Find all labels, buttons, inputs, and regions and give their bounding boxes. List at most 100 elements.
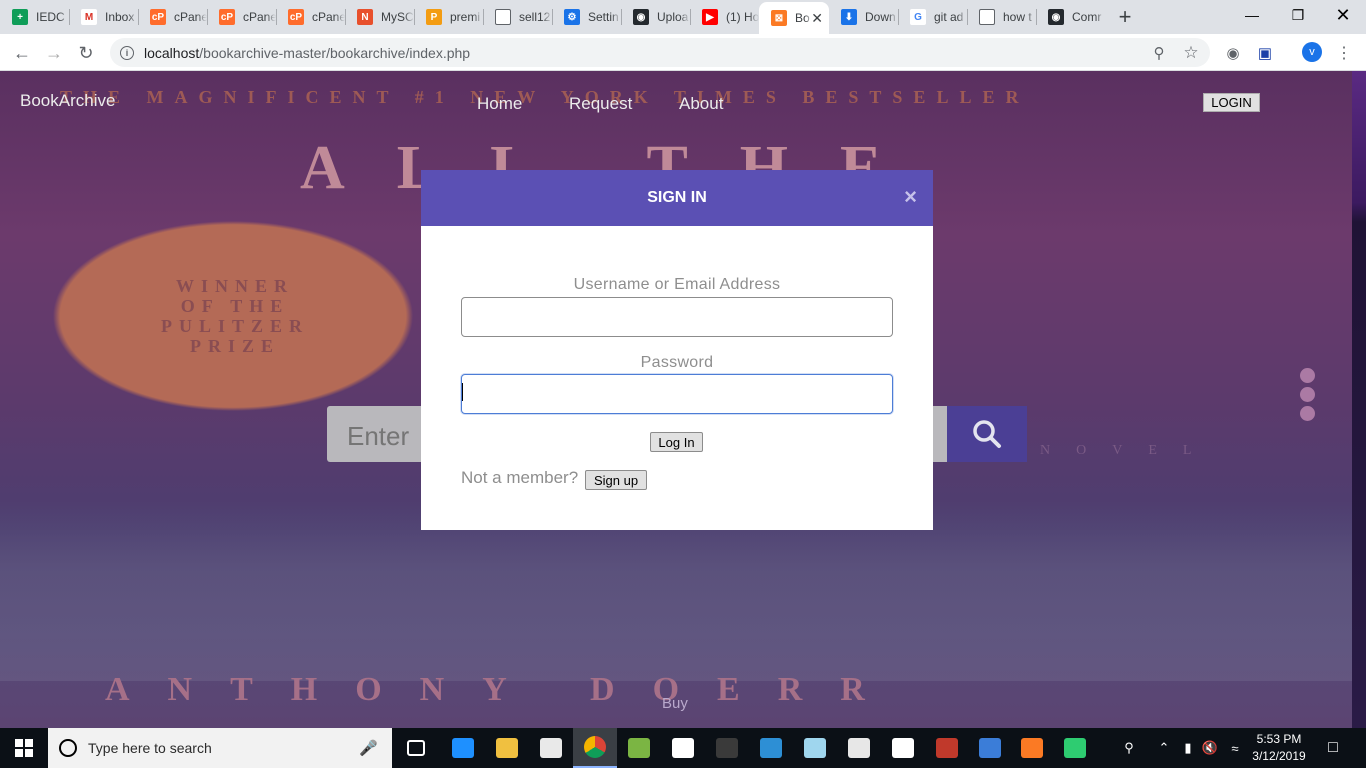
edge-icon-glyph	[452, 738, 474, 758]
buy-link[interactable]: Buy	[662, 695, 688, 712]
calculator-icon[interactable]	[837, 728, 881, 768]
tray-chevron-icon[interactable]: ⌃	[1154, 728, 1174, 768]
cover-badge: WINNER OF THE PULITZER PRIZE	[80, 276, 390, 356]
browser-tab[interactable]: + IEDC	[0, 0, 69, 34]
not-member-text: Not a member?	[461, 468, 579, 487]
browser-tab[interactable]: sell12	[483, 0, 552, 34]
username-field[interactable]	[461, 297, 893, 337]
chrome-icon-glyph	[584, 736, 606, 758]
site-brand[interactable]: BookArchive	[20, 91, 115, 111]
carousel-dot[interactable]	[1300, 368, 1315, 383]
reload-icon[interactable]: ↻	[72, 39, 100, 67]
tab-title: Inbox	[105, 10, 135, 24]
browser-tab[interactable]: Ppremi	[414, 0, 483, 34]
xampp-icon[interactable]	[1010, 728, 1054, 768]
windows-taskbar: Type here to search 🎤 ⚲ ⌃ ▮ 🔇 ≈ 5:53 PM …	[0, 728, 1366, 768]
task-view-icon-glyph	[407, 740, 425, 756]
notepad-icon[interactable]	[793, 728, 837, 768]
nav-home[interactable]: Home	[477, 94, 522, 114]
terminal-icon-glyph	[716, 738, 738, 758]
task-view-icon[interactable]	[394, 728, 438, 768]
mail-icon[interactable]	[661, 728, 705, 768]
volume-muted-icon[interactable]: 🔇	[1200, 728, 1220, 768]
terminal-icon[interactable]	[705, 728, 749, 768]
cpanel-icon: cP	[219, 9, 235, 25]
forward-icon[interactable]: →	[40, 39, 68, 67]
close-icon[interactable]: ×	[904, 186, 917, 208]
key-icon[interactable]: ⚲	[1149, 43, 1169, 63]
tab-title: (1) Ho	[726, 10, 759, 24]
nav-request[interactable]: Request	[569, 94, 632, 114]
search-button[interactable]	[947, 406, 1027, 462]
browser-tab[interactable]: ▶ (1) Ho	[690, 0, 759, 34]
edge-icon[interactable]	[441, 728, 485, 768]
browser-tab[interactable]: cP cPane	[207, 0, 276, 34]
address-bar[interactable]: i localhost/bookarchive-master/bookarchi…	[110, 38, 1210, 67]
browser-tab[interactable]: N MySC	[345, 0, 414, 34]
tab-title: cPane	[243, 10, 276, 24]
carousel-dot[interactable]	[1300, 387, 1315, 402]
tab-title: cPane	[174, 10, 207, 24]
notifications-icon[interactable]: □	[1320, 728, 1346, 768]
browser-tab[interactable]: ◉ Uploa	[621, 0, 690, 34]
site-navbar: BookArchive Home Request About LOGIN	[0, 71, 1352, 131]
login-button[interactable]: LOGIN	[1203, 93, 1260, 112]
taskbar-clock[interactable]: 5:53 PM 3/12/2019	[1244, 731, 1314, 765]
modal-title: SIGN IN	[647, 189, 707, 206]
wifi-icon[interactable]: ≈	[1224, 728, 1246, 768]
browser-tab[interactable]: ◉ Comr	[1036, 0, 1105, 34]
store-icon[interactable]	[529, 728, 573, 768]
close-window-icon[interactable]: ✕	[1320, 0, 1366, 30]
tab-title: Settin	[588, 10, 619, 24]
page-scrollbar[interactable]	[1352, 71, 1366, 728]
github-icon: ◉	[1048, 9, 1064, 25]
file-explorer-icon[interactable]	[485, 728, 529, 768]
start-button[interactable]	[0, 728, 48, 768]
taskbar-search[interactable]: Type here to search 🎤	[48, 728, 392, 768]
gmail-icon: M	[81, 9, 97, 25]
chrome-icon[interactable]	[573, 728, 617, 768]
minimize-icon[interactable]: —	[1229, 0, 1275, 30]
extension-icon[interactable]: ▣	[1255, 43, 1275, 63]
sign-up-button[interactable]: Sign up	[585, 470, 647, 490]
browser-tab[interactable]: cP cPane	[276, 0, 345, 34]
new-tab-icon[interactable]: +	[1105, 0, 1145, 34]
document-icon[interactable]	[881, 728, 925, 768]
app-red-icon[interactable]	[925, 728, 969, 768]
menu-icon[interactable]: ⋮	[1334, 43, 1354, 63]
android-studio-icon[interactable]	[617, 728, 661, 768]
carousel-dot[interactable]	[1300, 406, 1315, 421]
browser-tab[interactable]: ⬇ Down	[829, 0, 898, 34]
gitkraken-icon[interactable]	[1053, 728, 1097, 768]
browser-tab[interactable]: how t	[967, 0, 1036, 34]
log-in-button[interactable]: Log In	[650, 432, 703, 452]
maximize-icon[interactable]: ❐	[1275, 0, 1321, 30]
password-field[interactable]	[461, 374, 893, 414]
network-icon[interactable]	[968, 728, 1012, 768]
browser-tab[interactable]: ⚙ Settin	[552, 0, 621, 34]
back-icon[interactable]: ←	[8, 39, 36, 67]
browser-tab[interactable]: ⊠ Bo ✕	[759, 2, 829, 34]
outlook-icon[interactable]	[749, 728, 793, 768]
camera-icon[interactable]: ◉	[1223, 43, 1243, 63]
tab-title: Bo	[795, 11, 810, 25]
people-icon[interactable]: ⚲	[1118, 728, 1140, 768]
microphone-icon[interactable]: 🎤	[359, 739, 378, 757]
cover-subtitle: NOVEL	[1040, 443, 1218, 458]
cpanel-icon: cP	[288, 9, 304, 25]
browser-tab[interactable]: Ggit ad	[898, 0, 967, 34]
profile-avatar[interactable]: v	[1302, 42, 1322, 62]
site-info-icon[interactable]: i	[120, 45, 134, 60]
browser-tab[interactable]: cP cPane	[138, 0, 207, 34]
browser-tab[interactable]: M Inbox	[69, 0, 138, 34]
badge-line: PULITZER	[160, 316, 310, 336]
tab-close-icon[interactable]: ✕	[811, 10, 823, 27]
battery-icon[interactable]: ▮	[1178, 728, 1198, 768]
xampp-icon: ⊠	[771, 10, 787, 26]
bookmark-star-icon[interactable]: ☆	[1181, 43, 1201, 63]
cover-author: ANTHONY DOERR	[105, 671, 903, 708]
browser-toolbar: ← → ↻ i localhost/bookarchive-master/boo…	[0, 34, 1366, 71]
nav-about[interactable]: About	[679, 94, 723, 114]
url-path: /bookarchive-master/bookarchive/index.ph…	[199, 44, 471, 61]
url-host: localhost	[144, 44, 200, 61]
